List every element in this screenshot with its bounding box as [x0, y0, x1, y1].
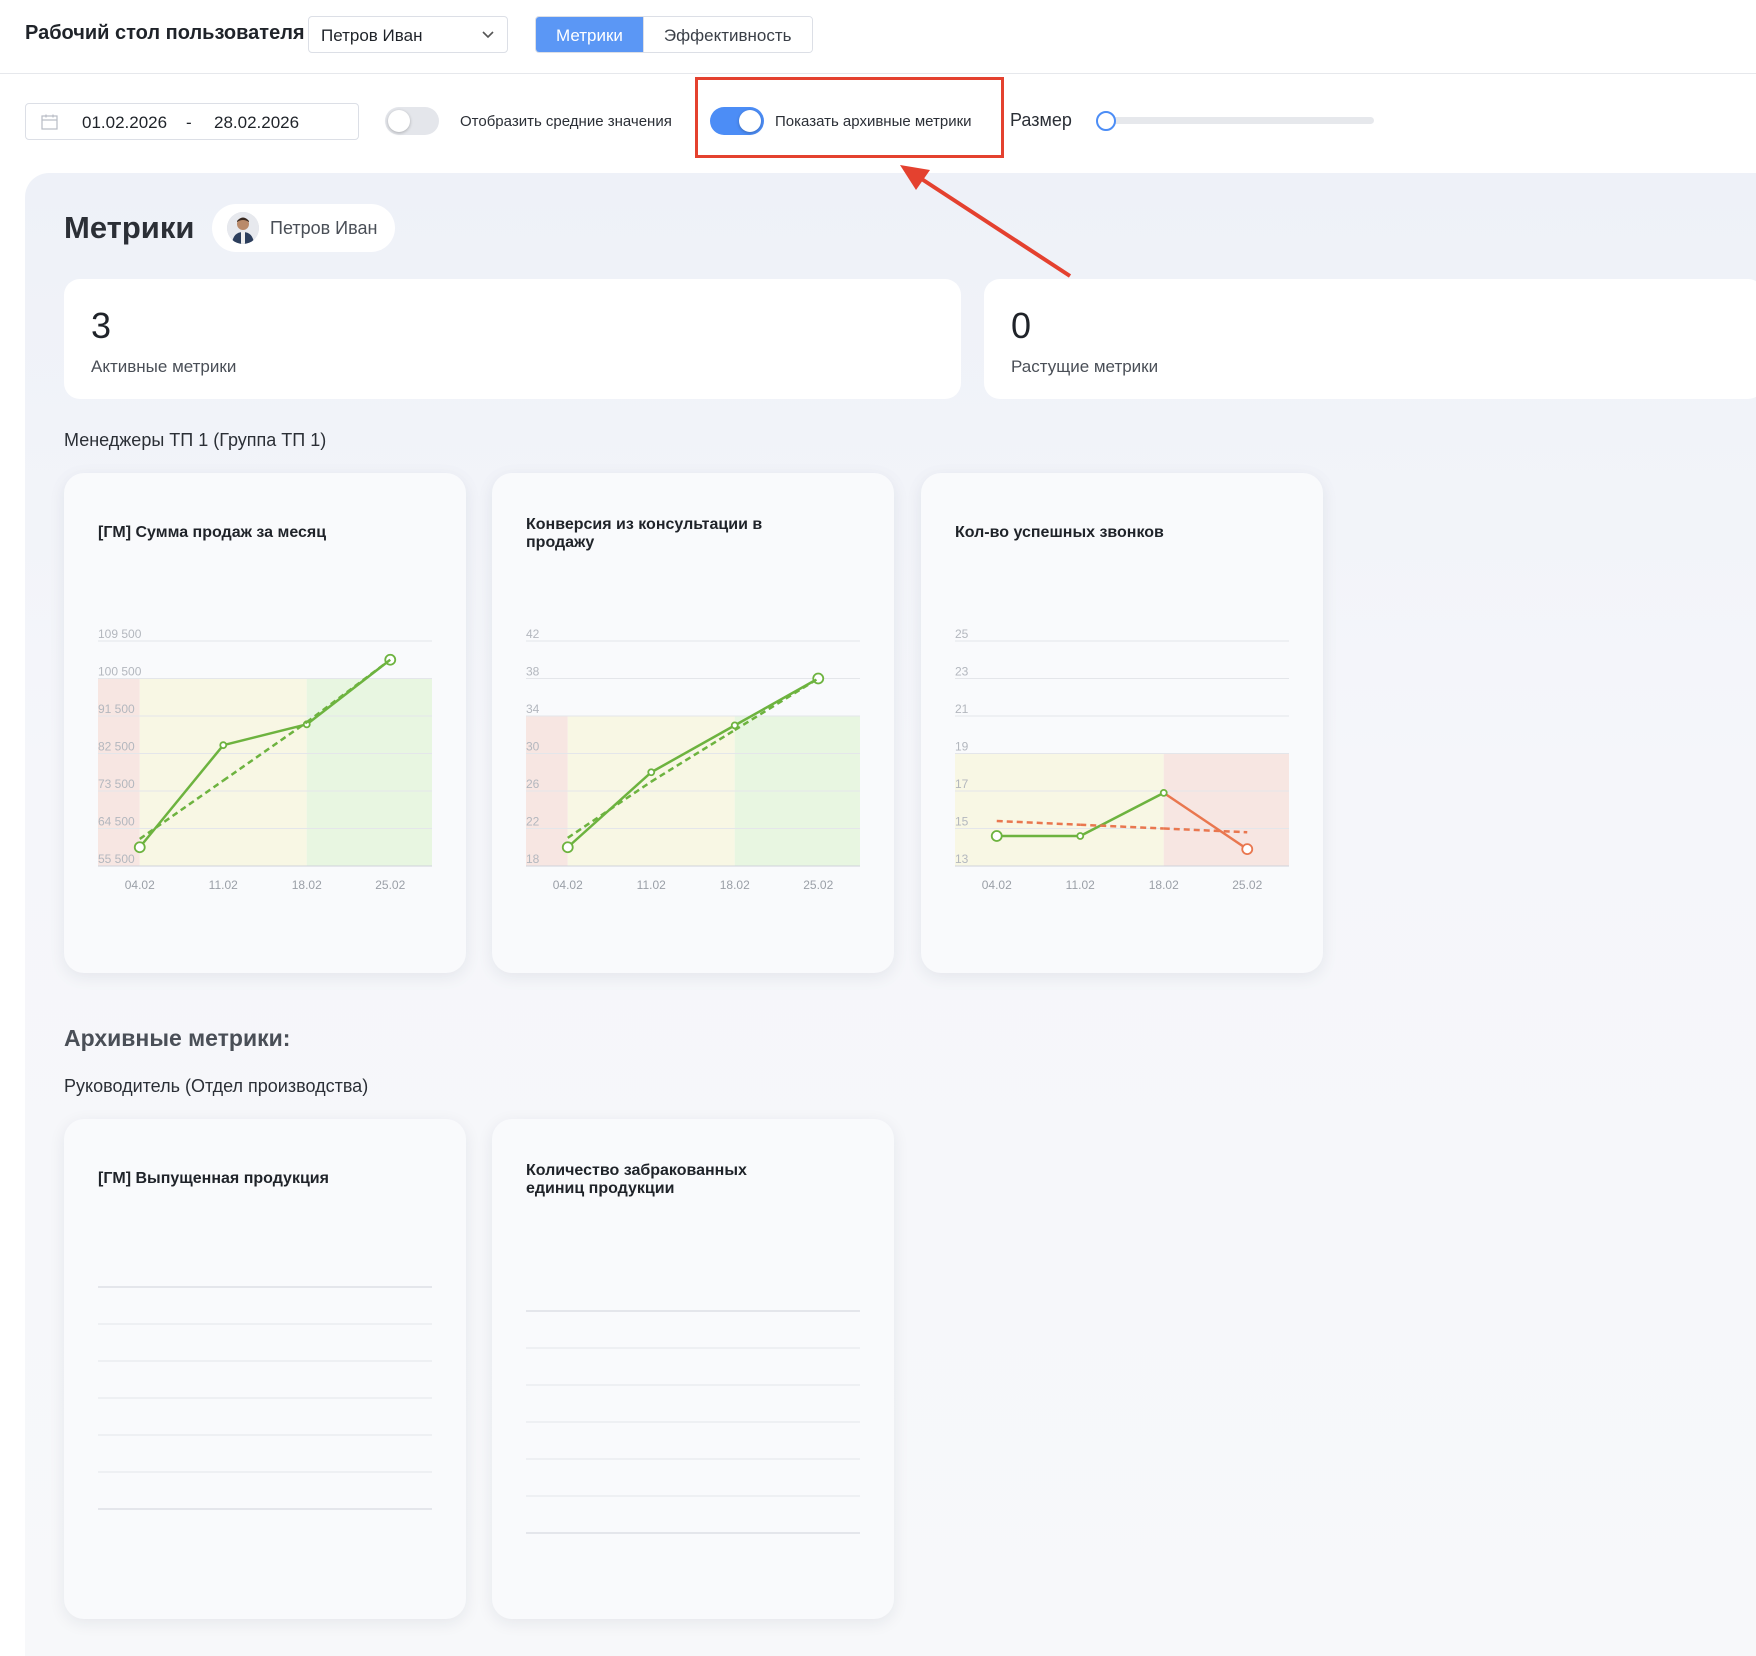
date-range-picker[interactable]: 01.02.2026 - 28.02.2026: [25, 103, 359, 140]
zone-band: [306, 678, 432, 866]
y-tick-label: 19: [955, 740, 969, 754]
y-tick-label: 17: [955, 777, 969, 791]
stat-label: Растущие метрики: [1011, 357, 1159, 376]
user-select[interactable]: Петров Иван: [308, 16, 508, 53]
archive-section-title: Архивные метрики:: [64, 1025, 291, 1051]
annotation-highlight-box: [695, 77, 1004, 158]
metric-line-chart: 42 38 34 30 26 22 18 04.02 11.02 18.02 25.02: [526, 627, 860, 892]
y-tick-label: 38: [526, 665, 540, 679]
size-slider-track[interactable]: [1100, 117, 1374, 124]
archived-metric-card[interactable]: Количество забракованных единиц продукци…: [492, 1119, 894, 1619]
data-point: [1159, 788, 1168, 797]
x-tick-label: 04.02: [125, 878, 155, 892]
y-tick-label: 82 500: [98, 740, 135, 754]
y-tick-label: 26: [526, 777, 540, 791]
calendar-icon: [41, 114, 58, 130]
y-tick-label: 42: [526, 627, 540, 641]
x-tick-label: 25.02: [375, 878, 405, 892]
data-point: [990, 830, 1003, 842]
zone-band: [139, 678, 307, 866]
archived-metric-card[interactable]: [ГМ] Выпущенная продукция: [64, 1119, 466, 1619]
tab-efficiency[interactable]: Эффективность: [642, 17, 812, 52]
y-tick-label: 18: [526, 852, 540, 866]
y-tick-label: 109 500: [98, 627, 142, 641]
y-tick-label: 30: [526, 740, 540, 754]
x-tick-label: 18.02: [292, 878, 322, 892]
y-tick-label: 55 500: [98, 852, 135, 866]
y-tick-label: 73 500: [98, 777, 135, 791]
y-tick-label: 100 500: [98, 665, 142, 679]
group-title: Менеджеры ТП 1 (Группа ТП 1): [64, 430, 327, 450]
x-tick-label: 04.02: [553, 878, 583, 892]
stat-label: Активные метрики: [91, 357, 237, 376]
data-point: [1076, 832, 1085, 840]
avatar: [227, 212, 259, 244]
x-tick-label: 25.02: [803, 878, 833, 892]
size-label: Размер: [1010, 110, 1072, 130]
metric-line-chart: 109 500 100 500 91 500 82 500 73 500 64 500 55…: [98, 627, 432, 892]
stat-card-growing: 0 Растущие метрики: [984, 279, 1756, 399]
date-from[interactable]: 01.02.2026: [82, 113, 167, 133]
data-point: [647, 768, 656, 777]
x-tick-label: 11.02: [637, 878, 666, 892]
data-point: [561, 841, 574, 854]
data-point: [1241, 843, 1254, 856]
stat-value: 0: [1011, 305, 1032, 346]
date-separator: -: [186, 113, 192, 132]
user-chip-name: Петров Иван: [270, 218, 378, 238]
y-tick-label: 23: [955, 665, 969, 679]
metric-card[interactable]: Кол-во успешных звонков 25 23 21 19 17 15 13 04…: [921, 473, 1323, 973]
app-title: Рабочий стол пользователя: [25, 22, 305, 44]
x-tick-label: 11.02: [209, 878, 238, 892]
annotation-arrow: [900, 165, 1072, 278]
top-bar: Рабочий стол пользователя Петров Иван Ме…: [0, 0, 1756, 74]
stat-card-active: 3 Активные метрики: [64, 279, 961, 399]
user-select-value: Петров Иван: [321, 26, 423, 45]
metric-line-chart: 25 23 21 19 17 15 13 04.02 11.02 18.02 25.02: [955, 627, 1289, 892]
x-tick-label: 18.02: [720, 878, 750, 892]
data-point: [133, 841, 146, 854]
y-tick-label: 15: [955, 815, 969, 829]
zone-band: [1163, 753, 1289, 866]
stat-value: 3: [91, 305, 112, 346]
x-tick-label: 18.02: [1149, 878, 1179, 892]
y-tick-label: 21: [955, 702, 969, 716]
y-tick-label: 64 500: [98, 815, 135, 829]
y-tick-label: 91 500: [98, 702, 135, 716]
y-tick-label: 13: [955, 852, 969, 866]
size-slider-thumb[interactable]: [1096, 111, 1116, 131]
x-tick-label: 04.02: [982, 878, 1012, 892]
x-tick-label: 25.02: [1232, 878, 1262, 892]
show-averages-toggle[interactable]: [385, 107, 439, 135]
chevron-down-icon: [482, 31, 494, 39]
y-tick-label: 34: [526, 702, 540, 716]
empty-chart-grid: [98, 1286, 432, 1510]
empty-chart-grid: [526, 1310, 860, 1534]
page-title: Метрики: [64, 210, 195, 245]
show-averages-label: Отобразить средние значения: [460, 113, 672, 130]
y-tick-label: 22: [526, 815, 540, 829]
data-point: [219, 741, 228, 750]
metric-card[interactable]: [ГМ] Сумма продаж за месяц 109 500 100 50…: [64, 473, 466, 973]
x-tick-label: 11.02: [1066, 878, 1095, 892]
view-tabs: Метрики Эффективность: [535, 16, 813, 53]
y-tick-label: 25: [955, 627, 969, 641]
tab-metrics[interactable]: Метрики: [536, 17, 643, 52]
archive-group-title: Руководитель (Отдел производства): [64, 1076, 369, 1096]
metric-card[interactable]: Конверсия из консультации в продажу 42 38…: [492, 473, 894, 973]
user-chip: Петров Иван: [212, 204, 395, 252]
date-to[interactable]: 28.02.2026: [214, 113, 299, 133]
toggle-knob: [388, 110, 410, 132]
